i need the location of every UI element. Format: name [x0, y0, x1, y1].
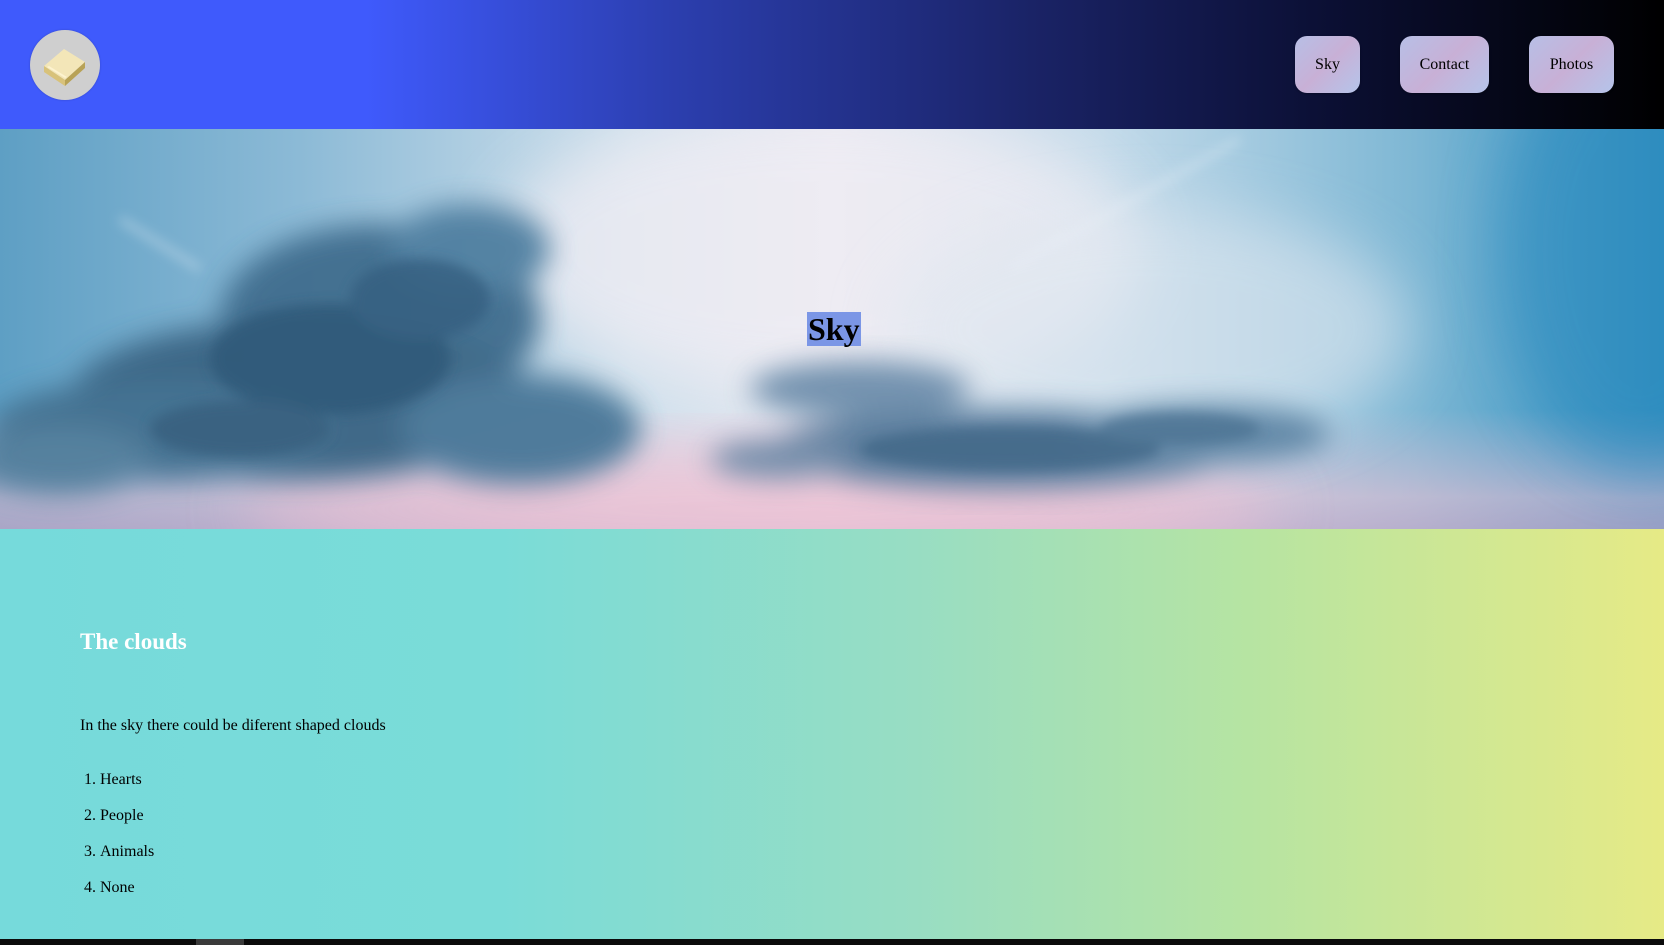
bottom-bar: [0, 939, 1664, 945]
nav-contact-button[interactable]: Contact: [1400, 36, 1489, 93]
content-section: The clouds In the sky there could be dif…: [0, 529, 1664, 939]
cloud-shapes-list: Hearts People Animals None: [80, 769, 154, 913]
bottom-scroll-indicator[interactable]: [196, 939, 244, 945]
nav-photos-button[interactable]: Photos: [1529, 36, 1614, 93]
hero-banner: Sky: [0, 129, 1664, 529]
site-header: Sky Contact Photos: [0, 0, 1664, 129]
nav-sky-button[interactable]: Sky: [1295, 36, 1360, 93]
section-heading: The clouds: [80, 629, 187, 654]
section-paragraph: In the sky there could be diferent shape…: [80, 717, 386, 734]
list-item: Animals: [100, 841, 154, 877]
list-item: People: [100, 805, 154, 841]
list-item: Hearts: [100, 769, 154, 805]
logo[interactable]: [30, 30, 100, 100]
book-icon: [44, 49, 85, 86]
list-item: None: [100, 877, 154, 913]
hero-title: Sky: [807, 311, 861, 347]
page: Sky Contact Photos Sky The clouds In the…: [0, 0, 1664, 945]
